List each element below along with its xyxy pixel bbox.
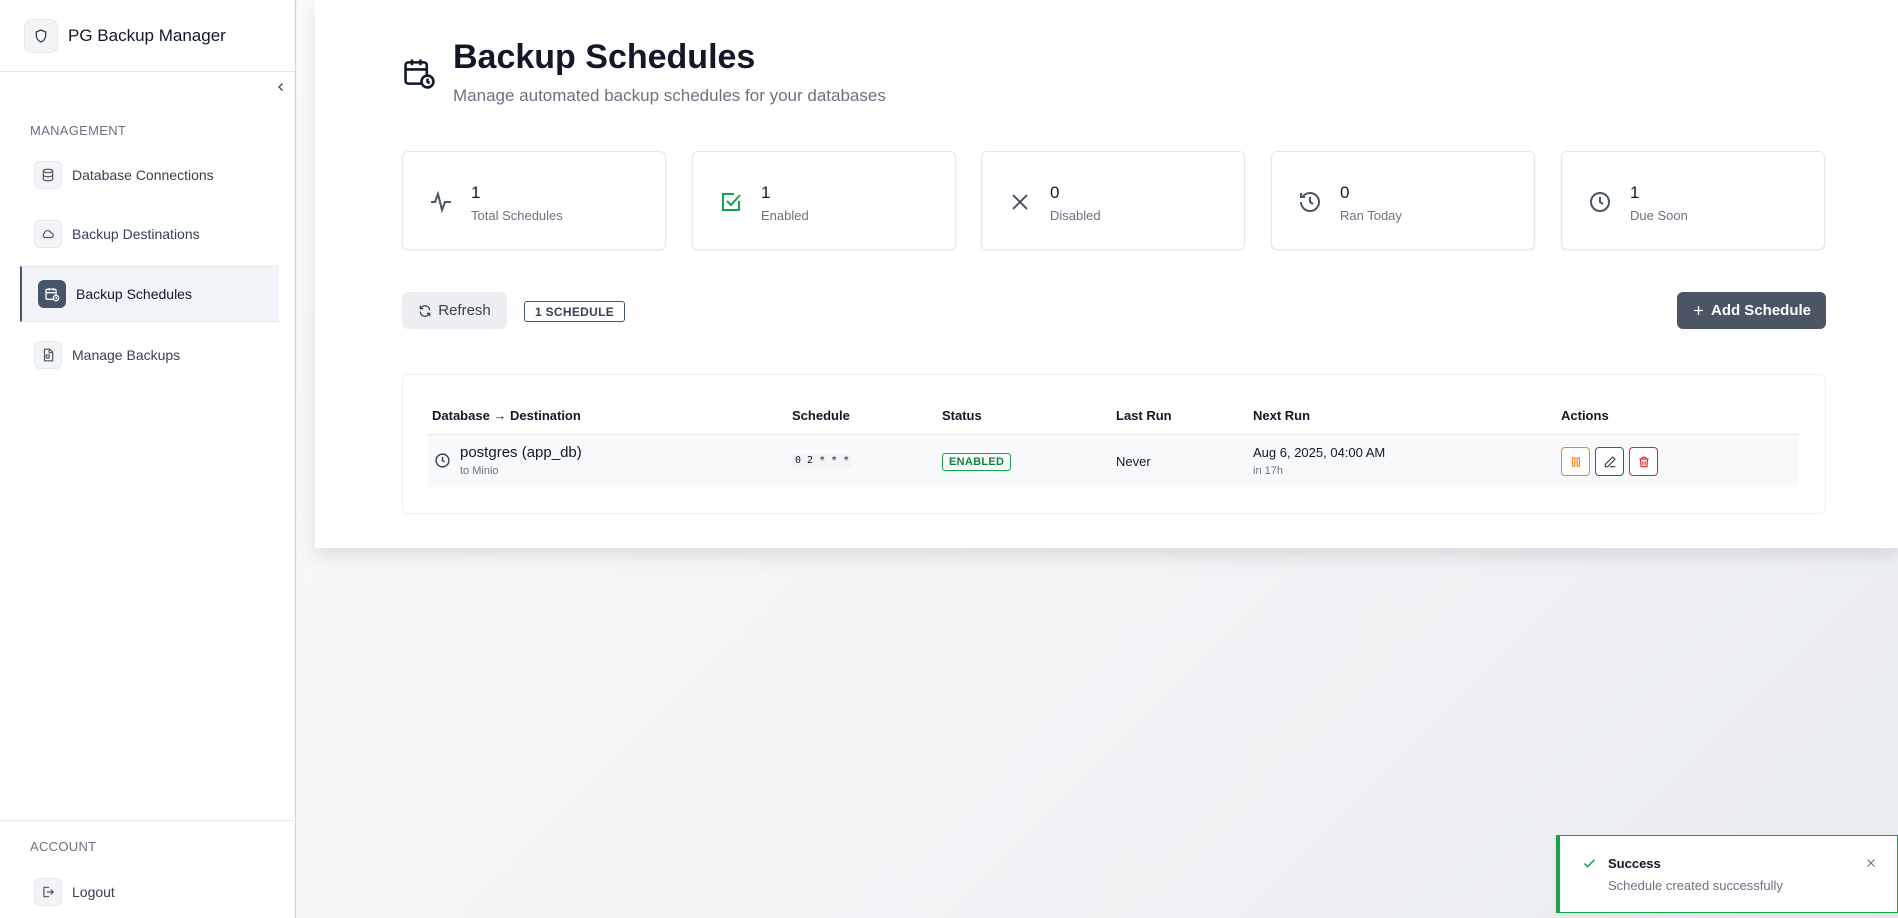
row-next-run-relative: in 17h [1253,465,1283,477]
edit-schedule-button[interactable] [1595,447,1624,476]
add-schedule-button[interactable]: Add Schedule [1677,292,1826,329]
activity-icon [431,190,451,214]
account-section-label: ACCOUNT [30,839,97,854]
stat-card-enabled: 1 Enabled [692,151,956,250]
stat-label: Total Schedules [471,208,563,223]
file-archive-icon [34,341,62,369]
stat-card-due-soon: 1 Due Soon [1561,151,1825,250]
page-subtitle: Manage automated backup schedules for yo… [453,86,886,105]
logout-icon [34,878,62,906]
stat-label: Disabled [1050,208,1101,223]
success-toast: Success Schedule created successfully [1556,835,1898,913]
row-cron-schedule: 0 2 * * * [792,454,853,467]
divider [0,820,296,821]
database-icon [34,161,62,189]
stat-label: Enabled [761,208,809,223]
toast-message: Schedule created successfully [1608,878,1783,893]
sidebar: PG Backup Manager MANAGEMENT Database Co… [0,0,296,918]
row-database-name: postgres (app_db) [460,444,582,461]
refresh-label: Refresh [438,302,491,319]
sidebar-item-label: Database Connections [72,167,214,183]
shield-icon [24,18,58,53]
toast-title: Success [1608,856,1661,871]
pause-icon [1571,456,1580,467]
status-badge: ENABLED [942,453,1012,471]
close-icon[interactable] [1864,856,1878,870]
x-icon [1012,194,1028,210]
refresh-button[interactable]: Refresh [402,292,507,329]
history-icon [1300,191,1320,212]
column-header-actions: Actions [1561,408,1609,423]
column-header-next-run: Next Run [1253,408,1311,423]
calendar-clock-icon [404,59,435,89]
trash-icon [1638,456,1649,467]
stat-value: 1 [1630,183,1640,202]
chevron-left-icon [278,83,283,91]
brand: PG Backup Manager [0,0,295,72]
sidebar-item-label: Backup Schedules [76,286,192,302]
logout-label: Logout [72,884,115,900]
sidebar-item-database-connections[interactable]: Database Connections [20,147,279,203]
row-next-run: Aug 6, 2025, 04:00 AM [1253,445,1386,460]
check-square-icon [722,193,741,211]
schedule-count-badge: 1 SCHEDULE [524,301,626,322]
app-title: PG Backup Manager [68,25,226,45]
collapse-sidebar-button[interactable] [272,78,290,96]
page-title: Backup Schedules [453,38,756,76]
sidebar-item-backup-destinations[interactable]: Backup Destinations [20,206,279,262]
stat-card-total-schedules: 1 Total Schedules [402,151,666,250]
stat-card-disabled: 0 Disabled [981,151,1245,250]
stat-value: 0 [1340,183,1350,202]
check-icon [1583,859,1596,868]
delete-schedule-button[interactable] [1629,447,1658,476]
sidebar-item-label: Manage Backups [72,347,181,363]
sidebar-item-backup-schedules[interactable]: Backup Schedules [20,266,279,322]
column-header-database-destination: Database → Destination [432,408,581,423]
stat-label: Due Soon [1630,208,1688,223]
stat-value: 0 [1050,183,1060,202]
cloud-icon [34,220,62,248]
refresh-icon [419,304,431,317]
sidebar-item-label: Backup Destinations [72,226,200,242]
clock-icon [435,453,450,468]
column-header-status: Status [942,408,982,423]
plus-icon [1694,306,1703,315]
calendar-clock-icon [38,280,66,308]
stat-value: 1 [471,183,481,202]
stat-value: 1 [761,183,771,202]
table-row [428,435,1799,487]
add-schedule-label: Add Schedule [1710,302,1811,319]
pause-schedule-button[interactable] [1561,447,1590,476]
stat-label: Ran Today [1340,208,1402,223]
clock-icon [1590,192,1610,212]
column-header-schedule: Schedule [792,408,850,423]
row-last-run: Never [1116,454,1151,469]
logout-button[interactable]: Logout [20,864,279,918]
edit-icon [1604,455,1616,467]
sidebar-item-manage-backups[interactable]: Manage Backups [20,327,279,383]
column-header-last-run: Last Run [1116,408,1172,423]
management-section-label: MANAGEMENT [30,123,127,138]
stat-card-ran-today: 0 Ran Today [1271,151,1535,250]
row-destination: to Minio [460,465,499,477]
